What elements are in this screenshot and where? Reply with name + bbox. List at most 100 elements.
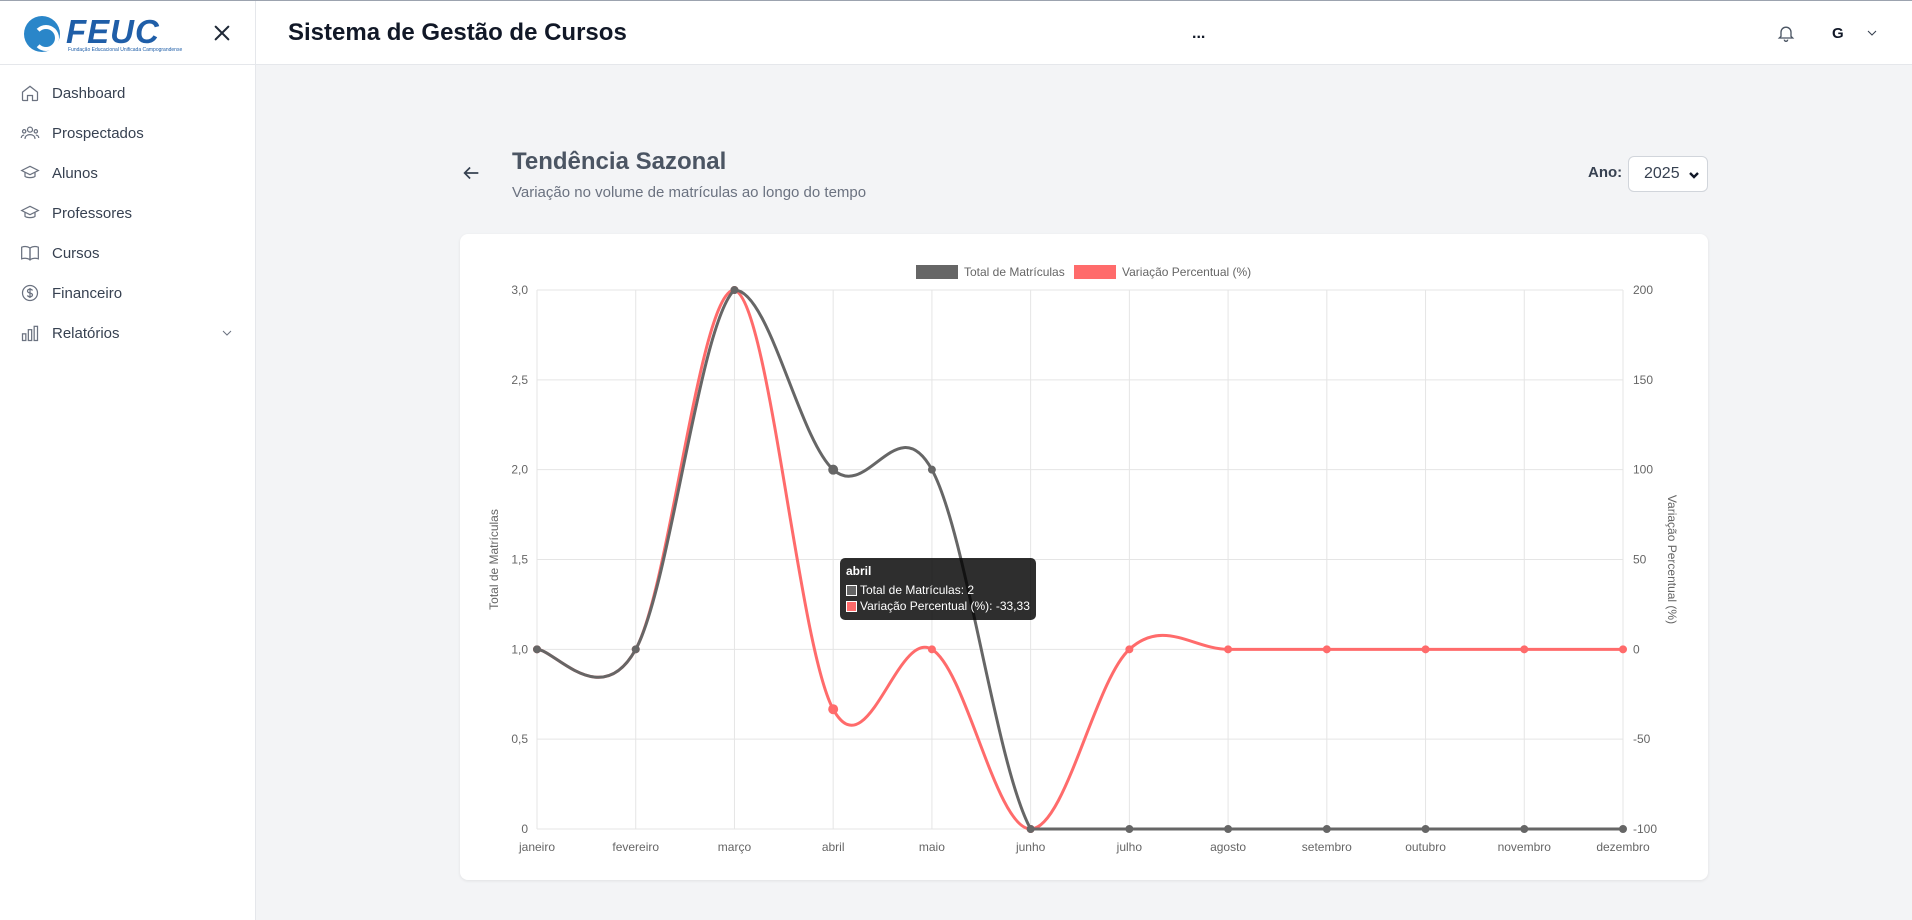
page-header: Tendência Sazonal Variação no volume de … xyxy=(460,144,1708,204)
sidebar-item-alunos[interactable]: Alunos xyxy=(0,153,255,193)
point-variation xyxy=(1125,645,1134,654)
point-total xyxy=(1125,825,1134,833)
chevron-down-icon xyxy=(1867,30,1877,36)
tooltip-row-total: Total de Matrículas: 2 xyxy=(846,582,1030,598)
point-total xyxy=(1520,825,1529,833)
logo-text: FEUC xyxy=(66,13,160,50)
graduation-cap-icon xyxy=(20,205,40,219)
point-total xyxy=(1224,825,1233,833)
sidebar-brand: FEUC Fundação Educacional Unificada Camp… xyxy=(0,1,255,65)
top-header: Sistema de Gestão de Cursos ... G xyxy=(256,1,1912,65)
point-total xyxy=(1026,825,1035,833)
y2-tick-label: 150 xyxy=(1633,373,1653,387)
x-tick-label: abril xyxy=(822,840,845,854)
sidebar-item-label: Alunos xyxy=(52,164,98,182)
y-tick-label: 2,5 xyxy=(511,373,528,387)
home-icon xyxy=(21,85,39,102)
year-select-value: 2025 xyxy=(1644,165,1680,182)
y2-tick-label: -50 xyxy=(1633,732,1651,746)
y2-axis-title: Variação Percentual (%) xyxy=(1665,495,1679,624)
point-total xyxy=(730,286,739,294)
chart-tooltip: abril Total de Matrículas: 2 Variação Pe… xyxy=(840,558,1036,620)
feuc-logo[interactable]: FEUC Fundação Educacional Unificada Camp… xyxy=(24,15,184,53)
y2-tick-label: 200 xyxy=(1633,283,1653,297)
sidebar-item-cursos[interactable]: Cursos xyxy=(0,233,255,273)
sidebar-item-label: Financeiro xyxy=(52,284,123,302)
notifications-button[interactable] xyxy=(1774,21,1798,45)
point-total xyxy=(927,465,936,474)
sidebar-item-label: Professores xyxy=(52,204,133,222)
x-tick-label: maio xyxy=(919,840,945,854)
tooltip-swatch-variation xyxy=(846,600,857,612)
y-axis-title: Total de Matrículas xyxy=(487,509,501,610)
sidebar-item-relatorios[interactable]: Relatórios xyxy=(0,313,255,353)
y-tick-label: 1,0 xyxy=(511,642,528,656)
point-variation xyxy=(927,645,936,654)
x-tick-label: julho xyxy=(1116,840,1143,854)
y2-tick-label: 50 xyxy=(1633,553,1647,567)
point-variation xyxy=(828,704,839,715)
chart-card: 0 -100 0,5 -50 1,0 0 1,5 50 2,0 100 2,5 150 3,0 200 ja… xyxy=(460,234,1708,880)
x-tick-label: dezembro xyxy=(1596,840,1650,854)
x-tick-label: agosto xyxy=(1210,840,1246,854)
page-title: Tendência Sazonal xyxy=(512,148,727,175)
sidebar-item-label: Cursos xyxy=(52,244,100,262)
sidebar-item-financeiro[interactable]: Financeiro xyxy=(0,273,255,313)
y2-tick-label: 100 xyxy=(1633,463,1653,477)
x-tick-label: janeiro xyxy=(518,840,555,854)
y-tick-label: 2,0 xyxy=(511,463,528,477)
x-tick-label: outubro xyxy=(1405,840,1446,854)
bell-icon xyxy=(1777,26,1795,42)
chevron-down-icon xyxy=(1689,172,1699,179)
point-total xyxy=(1421,825,1430,833)
y-tick-label: 0,5 xyxy=(511,732,528,746)
point-variation xyxy=(1421,645,1430,654)
tooltip-title: abril xyxy=(846,564,872,578)
point-variation xyxy=(1322,645,1331,654)
user-menu[interactable]: G xyxy=(1832,19,1880,47)
sidebar-item-dashboard[interactable]: Dashboard xyxy=(0,73,255,113)
year-select[interactable]: 2025 xyxy=(1628,156,1708,192)
sidebar-item-label: Dashboard xyxy=(52,84,126,102)
tooltip-swatch-total xyxy=(846,584,857,596)
legend-swatch xyxy=(916,265,958,279)
feuc-logo-mark-icon xyxy=(24,16,60,52)
chevron-down-icon[interactable] xyxy=(219,325,235,341)
user-initial: G xyxy=(1832,24,1844,42)
x-tick-label: setembro xyxy=(1302,840,1352,854)
graduation-cap-icon xyxy=(20,165,40,179)
x-tick-label: novembro xyxy=(1498,840,1552,854)
point-variation xyxy=(1619,645,1627,654)
x-tick-label: junho xyxy=(1015,840,1046,854)
point-total xyxy=(631,645,640,654)
point-variation xyxy=(1520,645,1529,654)
y-tick-label: 3,0 xyxy=(511,283,528,297)
dollar-circle-icon xyxy=(21,284,39,302)
sidebar-item-label: Relatórios xyxy=(52,324,120,342)
sidebar-nav: Dashboard Prospectados Alunos Professore… xyxy=(0,65,255,353)
tooltip-text-total: Total de Matrículas: 2 xyxy=(860,583,975,597)
sidebar-item-label: Prospectados xyxy=(52,124,144,142)
header-ellipsis: ... xyxy=(1192,25,1206,42)
point-variation xyxy=(1224,645,1233,654)
sidebar-item-professores[interactable]: Professores xyxy=(0,193,255,233)
point-total xyxy=(828,464,839,475)
y2-tick-label: 0 xyxy=(1633,642,1640,656)
year-label: Ano: xyxy=(1588,164,1623,181)
sidebar: FEUC Fundação Educacional Unificada Camp… xyxy=(0,1,256,920)
sidebar-item-prospectados[interactable]: Prospectados xyxy=(0,113,255,153)
y2-tick-label: -100 xyxy=(1633,822,1657,836)
bar-chart-icon xyxy=(21,325,39,342)
legend-swatch xyxy=(1074,265,1116,279)
x-tick-label: fevereiro xyxy=(612,840,659,854)
close-sidebar-icon[interactable] xyxy=(210,21,234,45)
page-subtitle: Variação no volume de matrículas ao long… xyxy=(512,184,867,201)
logo-tagline: Fundação Educacional Unificada Campogran… xyxy=(68,47,183,53)
y-tick-label: 1,5 xyxy=(511,553,528,567)
point-total xyxy=(533,645,541,654)
back-button[interactable] xyxy=(460,162,484,186)
point-total xyxy=(1619,825,1627,833)
legend-label: Variação Percentual (%) xyxy=(1122,265,1251,279)
book-open-icon xyxy=(21,245,39,261)
arrow-left-icon xyxy=(463,166,479,180)
